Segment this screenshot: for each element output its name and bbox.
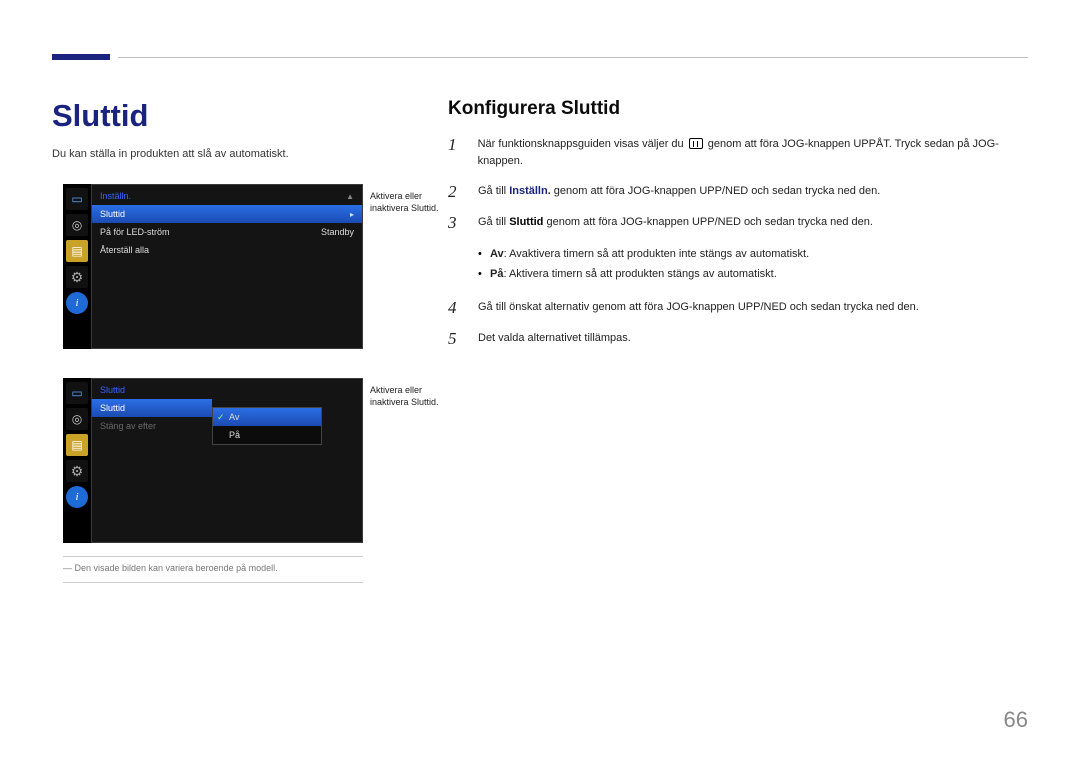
text: Gå till (478, 185, 509, 197)
page-number: 66 (1004, 707, 1028, 733)
text: : Aktivera timern så att produkten stäng… (503, 268, 776, 280)
option-label: Av (229, 412, 239, 422)
osd-header: Sluttid (92, 379, 362, 399)
osd-body: Sluttid Sluttid Stäng av efter Av På (91, 378, 363, 543)
text: Gå till (478, 216, 509, 228)
osd-tooltip: Aktivera eller inaktivera Sluttid. (370, 384, 460, 408)
step-text: Gå till Inställn. genom att föra JOG-kna… (478, 183, 880, 200)
keyword: Av (490, 248, 504, 260)
step-3: 3 Gå till Sluttid genom att föra JOG-kna… (448, 214, 1028, 231)
step-number: 4 (448, 299, 462, 316)
option-label: På (229, 430, 240, 440)
step-text: När funktionsknappsguiden visas väljer d… (478, 136, 1028, 169)
info-icon: i (66, 486, 88, 508)
step-number: 5 (448, 330, 462, 347)
chevron-right-icon: ▸ (350, 210, 354, 219)
menu-row-sluttid: Sluttid ▸ (92, 205, 362, 223)
osd-header-text: Sluttid (100, 385, 125, 395)
submenu: Av På (212, 407, 322, 445)
text: : Avaktivera timern så att produkten int… (504, 248, 810, 260)
osd-header: Inställn. ▲ (92, 185, 362, 205)
target-icon: ◎ (66, 408, 88, 430)
menu-row-reset: Återställ alla (92, 241, 362, 259)
footnote-rule-top (63, 556, 363, 557)
target-icon: ◎ (66, 214, 88, 236)
monitor-icon: ▭ (66, 188, 88, 210)
monitor-icon: ▭ (66, 382, 88, 404)
footnote-text: ― Den visade bilden kan variera beroende… (63, 563, 278, 573)
page-subtitle: Du kan ställa in produkten att slå av au… (52, 148, 289, 160)
text: När funktionsknappsguiden visas väljer d… (478, 138, 687, 150)
step-2: 2 Gå till Inställn. genom att föra JOG-k… (448, 183, 1028, 200)
menu-label: Återställ alla (100, 245, 149, 255)
submenu-option-pa: På (213, 426, 321, 444)
menu-row-sluttid: Sluttid (92, 399, 212, 417)
page-icon: ▤ (66, 434, 88, 456)
keyword: Inställn. (509, 185, 551, 197)
right-column: Konfigurera Sluttid 1 När funktionsknapp… (448, 98, 1028, 361)
step-1: 1 När funktionsknappsguiden visas väljer… (448, 136, 1028, 169)
right-title: Konfigurera Sluttid (448, 98, 1028, 120)
step-4: 4 Gå till önskat alternativ genom att fö… (448, 299, 1028, 316)
osd-tooltip: Aktivera eller inaktivera Sluttid. (370, 190, 460, 214)
step-number: 1 (448, 136, 462, 153)
menu-label: På för LED-ström (100, 227, 170, 237)
text: genom att föra JOG-knappen UPP/NED och s… (543, 216, 873, 228)
osd-body: Inställn. ▲ Sluttid ▸ På för LED-ström S… (91, 184, 363, 349)
osd-screenshot-installn: ▭ ◎ ▤ ⚙ i Inställn. ▲ Sluttid ▸ På för L… (63, 184, 363, 349)
bullet-list: Av: Avaktivera timern så att produkten i… (478, 245, 1028, 285)
footnote-rule-bottom (63, 582, 363, 583)
step-text: Gå till önskat alternativ genom att föra… (478, 299, 919, 316)
menu-label: Sluttid (100, 209, 125, 219)
arrow-up-icon: ▲ (346, 192, 354, 201)
keyword: Sluttid (509, 216, 543, 228)
step-number: 2 (448, 183, 462, 200)
step-text: Gå till Sluttid genom att föra JOG-knapp… (478, 214, 873, 231)
osd-sidebar: ▭ ◎ ▤ ⚙ i (63, 378, 91, 543)
menu-row-stang-av: Stäng av efter (92, 417, 212, 435)
osd-header-text: Inställn. (100, 191, 131, 201)
menu-row-led: På för LED-ström Standby (92, 223, 362, 241)
gear-icon: ⚙ (66, 460, 88, 482)
header-rule (118, 57, 1028, 58)
bullet-av: Av: Avaktivera timern så att produkten i… (478, 245, 1028, 265)
page-icon: ▤ (66, 240, 88, 262)
page-title: Sluttid (52, 98, 148, 134)
info-icon: i (66, 292, 88, 314)
bullet-pa: På: Aktivera timern så att produkten stä… (478, 265, 1028, 285)
gear-icon: ⚙ (66, 266, 88, 288)
osd-screenshot-sluttid: ▭ ◎ ▤ ⚙ i Sluttid Sluttid Stäng av efter… (63, 378, 363, 543)
step-text: Det valda alternativet tillämpas. (478, 330, 631, 347)
keyword: På (490, 268, 503, 280)
menu-label: Sluttid (100, 403, 125, 413)
menu-label: Stäng av efter (100, 421, 156, 431)
menu-value: Standby (321, 227, 354, 237)
menu-grid-icon (689, 138, 703, 149)
step-number: 3 (448, 214, 462, 231)
submenu-option-av: Av (213, 408, 321, 426)
header-accent-bar (52, 54, 110, 60)
text: genom att föra JOG-knappen UPP/NED och s… (551, 185, 881, 197)
step-5: 5 Det valda alternativet tillämpas. (448, 330, 1028, 347)
osd-sidebar: ▭ ◎ ▤ ⚙ i (63, 184, 91, 349)
